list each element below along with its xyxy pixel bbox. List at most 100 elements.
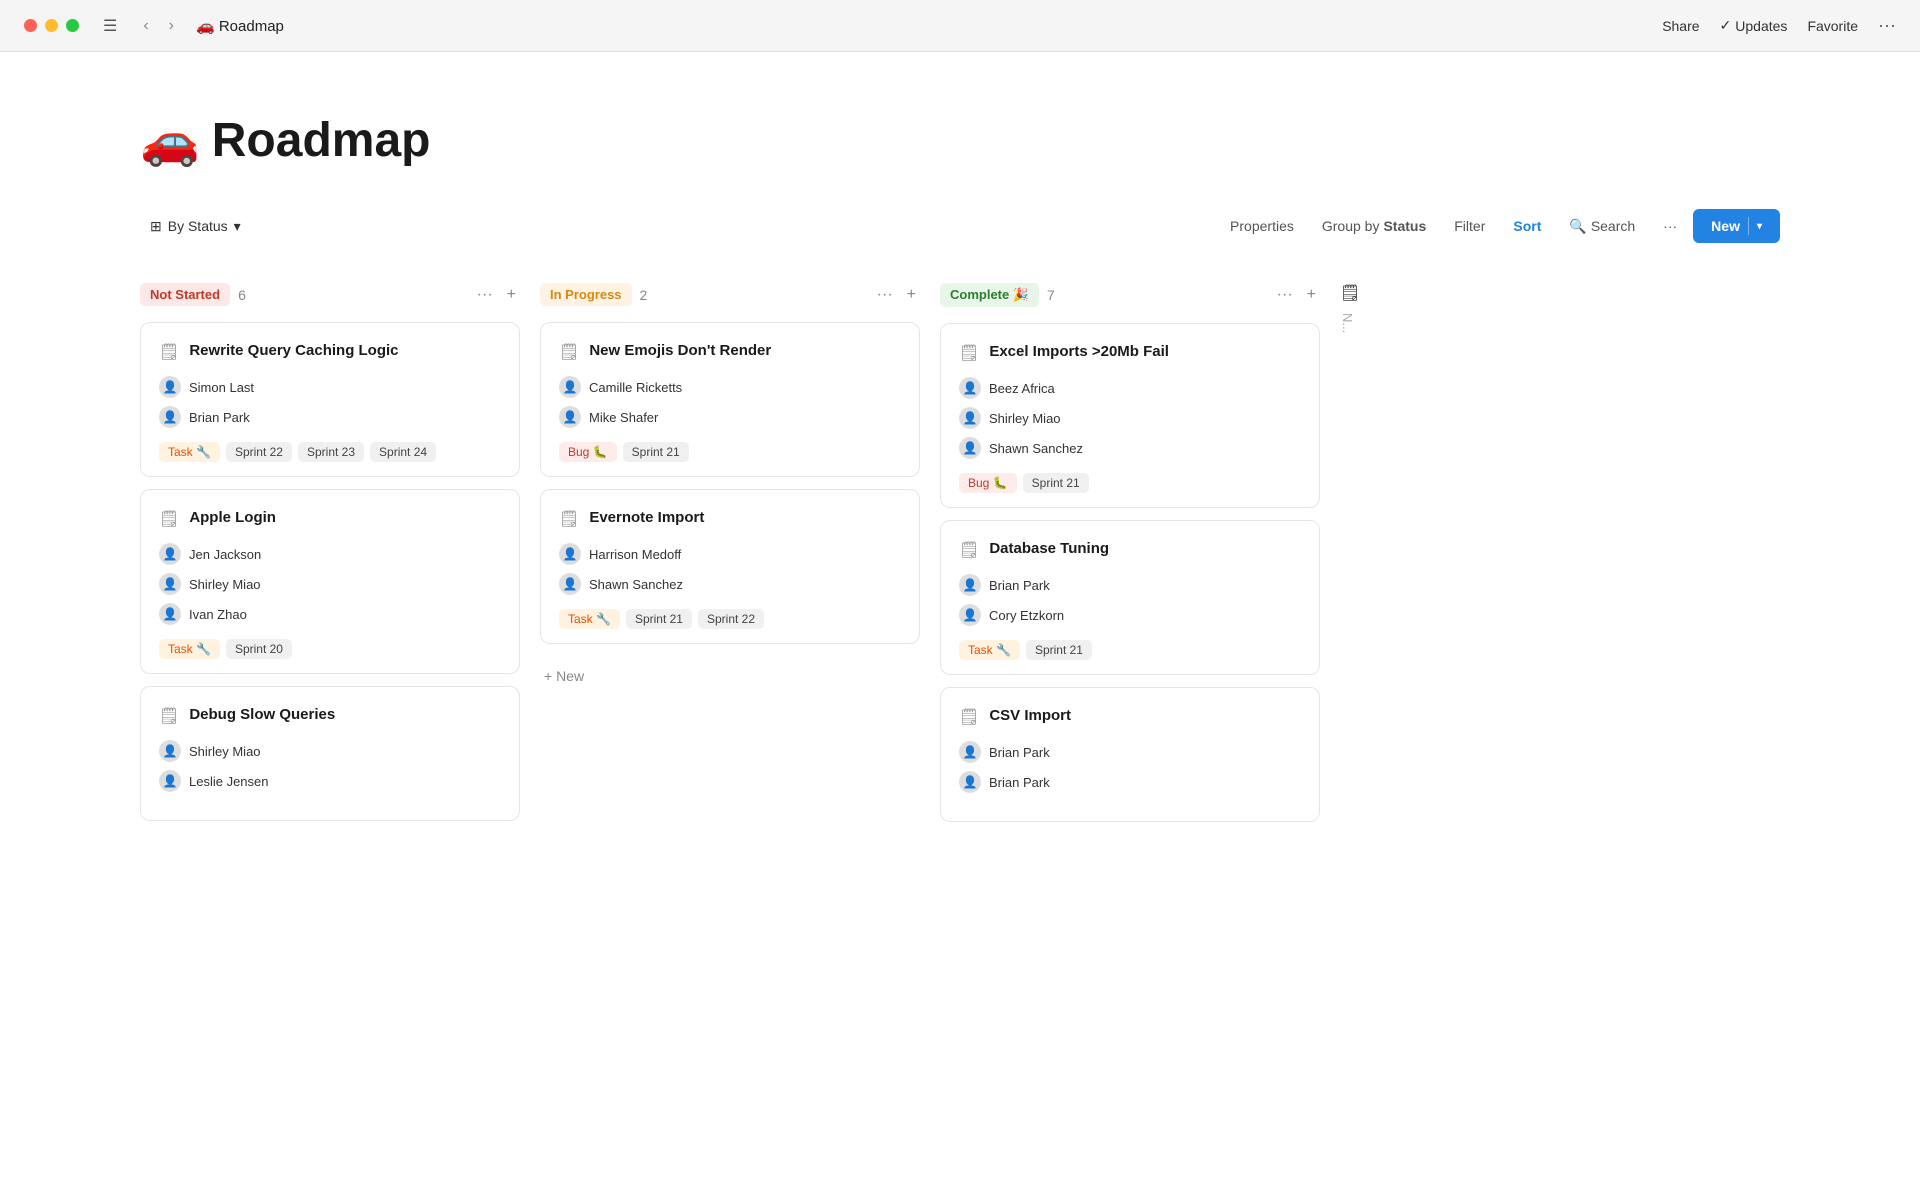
column-not-started: Not Started6···+🗒Rewrite Query Caching L… <box>140 283 520 833</box>
assignee-name: Shawn Sanchez <box>989 441 1083 456</box>
chevron-down-icon: ▾ <box>1757 221 1762 232</box>
assignee-name: Mike Shafer <box>589 410 658 425</box>
page-emoji: 🚗 <box>140 112 200 169</box>
avatar: 👤 <box>159 603 181 625</box>
back-button[interactable]: ‹ <box>137 13 154 39</box>
assignee-name: Jen Jackson <box>189 547 261 562</box>
tag-sprint: Sprint 21 <box>626 609 692 629</box>
avatar: 👤 <box>559 376 581 398</box>
chevron-down-icon: ▾ <box>234 218 241 235</box>
tag-sprint: Sprint 22 <box>698 609 764 629</box>
avatar: 👤 <box>159 573 181 595</box>
assignee-name: Shawn Sanchez <box>589 577 683 592</box>
assignee-row: 👤Simon Last <box>159 376 501 398</box>
assignee-row: 👤Shawn Sanchez <box>559 573 901 595</box>
assignee-name: Harrison Medoff <box>589 547 681 562</box>
column-add-button-complete[interactable]: + <box>1303 284 1320 306</box>
assignee-row: 👤Beez Africa <box>959 377 1301 399</box>
minimize-button[interactable] <box>45 19 58 32</box>
column-hidden: 🗒N... <box>1340 283 1400 343</box>
avatar: 👤 <box>959 437 981 459</box>
column-add-button-in-progress[interactable]: + <box>903 284 920 306</box>
card-tags: Task 🔧 Sprint 21 Sprint 22 <box>559 609 901 629</box>
card[interactable]: 🗒Apple Login👤Jen Jackson👤Shirley Miao👤Iv… <box>140 489 520 674</box>
share-button[interactable]: Share <box>1662 18 1699 34</box>
avatar: 👤 <box>959 574 981 596</box>
avatar: 👤 <box>959 604 981 626</box>
filter-button[interactable]: Filter <box>1442 212 1497 240</box>
maximize-button[interactable] <box>66 19 79 32</box>
card-title-text: Apple Login <box>189 508 276 528</box>
card-title-row: 🗒Database Tuning <box>959 539 1301 560</box>
avatar: 👤 <box>959 407 981 429</box>
checkmark-icon: ✓ <box>1720 17 1732 34</box>
favorite-button[interactable]: Favorite <box>1807 18 1858 34</box>
search-button[interactable]: 🔍 Search <box>1557 212 1647 241</box>
card[interactable]: 🗒Database Tuning 👤Brian Park 👤Cory Etzkorn… <box>940 520 1320 675</box>
card-title-text: Database Tuning <box>989 539 1109 559</box>
card-title-text: Rewrite Query Caching Logic <box>189 341 398 361</box>
document-icon: 🗒 <box>559 342 579 362</box>
card[interactable]: 🗒New Emojis Don't Render👤Camille Rickett… <box>540 322 920 477</box>
tag-sprint: Sprint 21 <box>1023 473 1089 493</box>
avatar: 👤 <box>559 543 581 565</box>
sort-button[interactable]: Sort <box>1501 212 1553 240</box>
assignee-name: Shirley Miao <box>989 411 1061 426</box>
toolbar-more-button[interactable]: ··· <box>1651 212 1689 240</box>
document-icon: 🗒 <box>959 343 979 363</box>
assignee-row: 👤Cory Etzkorn <box>959 604 1301 626</box>
avatar: 👤 <box>159 406 181 428</box>
card-title-row: 🗒Excel Imports >20Mb Fail <box>959 342 1301 363</box>
status-badge-not-started: Not Started <box>140 283 230 306</box>
column-header-in-progress: In Progress2···+ <box>540 283 920 306</box>
hamburger-menu-button[interactable]: ☰ <box>99 12 121 40</box>
column-more-button-in-progress[interactable]: ··· <box>873 284 897 306</box>
forward-button[interactable]: › <box>163 13 180 39</box>
assignee-row: 👤Ivan Zhao <box>159 603 501 625</box>
document-icon: 🗒 <box>159 509 179 529</box>
card[interactable]: 🗒Rewrite Query Caching Logic👤Simon Last👤… <box>140 322 520 477</box>
column-more-button-not-started[interactable]: ··· <box>473 284 497 306</box>
properties-button[interactable]: Properties <box>1218 212 1306 240</box>
tag-task: Task 🔧 <box>559 609 620 629</box>
avatar: 👤 <box>159 543 181 565</box>
new-item-button[interactable]: New ▾ <box>1693 209 1780 243</box>
card-title-row: 🗒Debug Slow Queries <box>159 705 501 726</box>
group-by-button[interactable]: ⊞ By Status ▾ <box>140 212 251 241</box>
page-title-text: Roadmap <box>212 113 431 168</box>
tag-sprint: Sprint 24 <box>370 442 436 462</box>
group-by-toolbar-button[interactable]: Group by Status <box>1310 212 1438 240</box>
assignee-name: Brian Park <box>989 775 1050 790</box>
titlebar-title: 🚗 Roadmap <box>196 17 1662 35</box>
card[interactable]: 🗒Debug Slow Queries 👤Shirley Miao 👤Leslie … <box>140 686 520 821</box>
tag-sprint: Sprint 21 <box>623 442 689 462</box>
assignee-row: 👤Mike Shafer <box>559 406 901 428</box>
assignee-row: 👤Shirley Miao <box>159 740 501 762</box>
updates-button[interactable]: ✓ Updates <box>1720 17 1788 34</box>
new-card-button[interactable]: + New <box>540 656 920 696</box>
assignee-row: 👤Leslie Jensen <box>159 770 501 792</box>
close-button[interactable] <box>24 19 37 32</box>
avatar: 👤 <box>159 376 181 398</box>
card[interactable]: 🗒Excel Imports >20Mb Fail 👤Beez Africa 👤 Sh… <box>940 323 1320 508</box>
tag-sprint: Sprint 22 <box>226 442 292 462</box>
more-options-button[interactable]: ··· <box>1878 15 1896 36</box>
card[interactable]: 🗒Evernote Import👤Harrison Medoff👤Shawn S… <box>540 489 920 644</box>
column-more-button-complete[interactable]: ··· <box>1273 284 1297 306</box>
card-assignees: 👤Brian Park 👤Cory Etzkorn <box>959 574 1301 626</box>
tag-sprint: Sprint 21 <box>1026 640 1092 660</box>
traffic-lights <box>24 19 79 32</box>
card-title-row: 🗒 Apple Login <box>159 508 501 529</box>
assignee-row: 👤 Shirley Miao <box>959 407 1301 429</box>
tag-task: Task 🔧 <box>159 639 220 659</box>
column-add-button-not-started[interactable]: + <box>503 284 520 306</box>
card-assignees: 👤Jen Jackson👤Shirley Miao👤Ivan Zhao <box>159 543 501 625</box>
card[interactable]: 🗒CSV Import👤Brian Park👤Brian Park <box>940 687 1320 822</box>
nav-buttons: ‹ › <box>137 13 180 39</box>
group-by-text: Group by <box>1322 218 1380 234</box>
tag-task: Task 🔧 <box>159 442 220 462</box>
avatar: 👤 <box>959 771 981 793</box>
page-title: 🚗 Roadmap <box>140 112 1780 169</box>
tag-bug: Bug 🐛 <box>559 442 617 462</box>
assignee-row: 👤Brian Park <box>959 574 1301 596</box>
